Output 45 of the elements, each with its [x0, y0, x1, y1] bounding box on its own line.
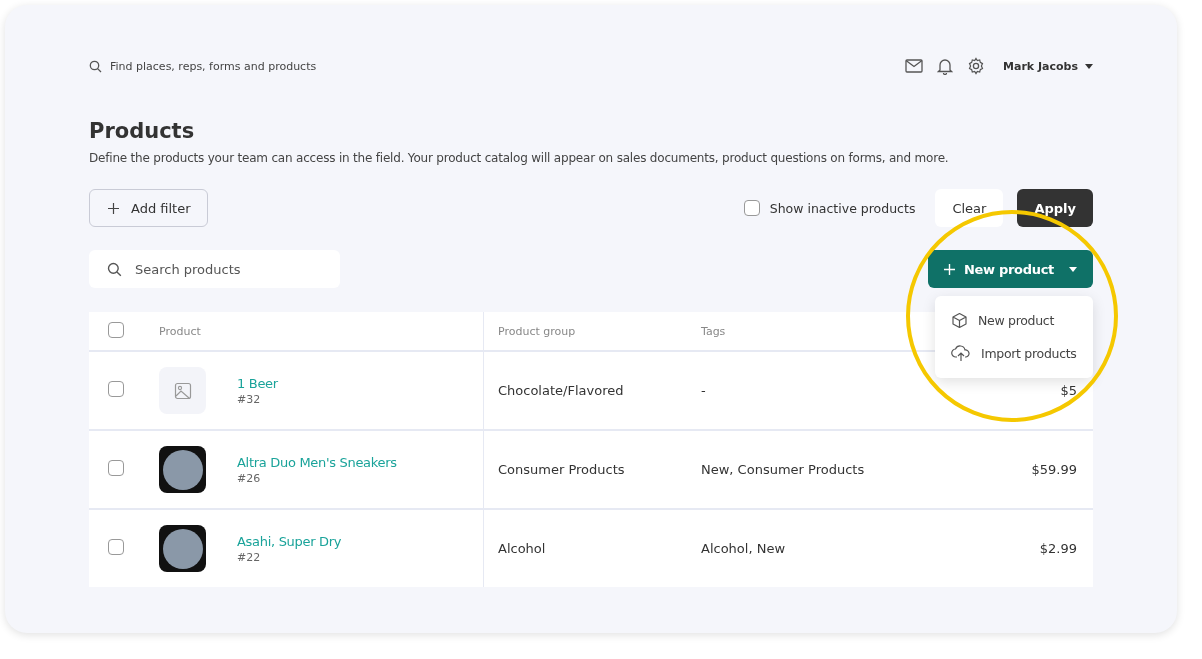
column-header: Tags [701, 324, 726, 338]
mail-icon[interactable] [905, 59, 924, 73]
page-title: Products [89, 119, 196, 143]
settings-icon[interactable] [967, 57, 986, 75]
row-checkbox[interactable] [108, 459, 124, 476]
page-description: Define the products your team can access in the field. Your product catalog will appear on sales documents, product questions on forms, and more. [89, 151, 950, 165]
menu-item[interactable]: Import products [935, 337, 1093, 370]
photo-placeholder [159, 525, 206, 572]
checkbox-label: Show inactive products [769, 200, 916, 216]
caret-icon [1085, 63, 1093, 69]
global-search-field[interactable]: Find places, reps, forms and products [110, 59, 350, 73]
bell-icon[interactable] [937, 57, 954, 75]
product-number: #26 [237, 471, 262, 485]
table-cell: New, Consumer Products [701, 462, 865, 477]
price-cell: $59.99 [1031, 462, 1077, 477]
plus-icon [108, 202, 119, 214]
menu-item[interactable]: New product [935, 304, 1093, 337]
new-product-button[interactable]: New product [927, 250, 1093, 288]
clear-button[interactable]: Clear [935, 189, 1004, 227]
price-cell: $5 [1060, 383, 1077, 398]
plus-icon [943, 263, 955, 275]
table-cell: Alcohol [498, 541, 546, 556]
price-cell: $2.99 [1039, 541, 1077, 556]
product-number: #22 [237, 550, 262, 564]
product-number: #32 [237, 392, 262, 406]
caret-icon [1069, 266, 1077, 272]
table-cell: Consumer Products [498, 462, 625, 477]
row-checkbox[interactable] [108, 538, 124, 555]
table-cell: Chocolate/Flavored [498, 383, 624, 398]
add-filter-button[interactable]: Add filter [89, 189, 208, 227]
select-all-checkbox[interactable] [108, 321, 124, 338]
row-checkbox[interactable] [108, 380, 124, 397]
photo-placeholder [159, 446, 206, 493]
search-field[interactable]: Search products [89, 250, 340, 288]
table-cell: Alcohol, New [701, 541, 786, 556]
column-header: Product [159, 324, 201, 338]
checkbox[interactable] [743, 200, 760, 216]
cube-icon [951, 312, 968, 329]
apply-button[interactable]: Apply [1017, 189, 1093, 227]
column-header: Product group [498, 324, 576, 338]
user-menu-button[interactable]: Mark Jacobs [1003, 59, 1093, 73]
image-icon [173, 381, 192, 400]
cloud-upload-icon [951, 345, 971, 362]
table-cell: - [701, 383, 706, 398]
search-icon [89, 59, 102, 73]
